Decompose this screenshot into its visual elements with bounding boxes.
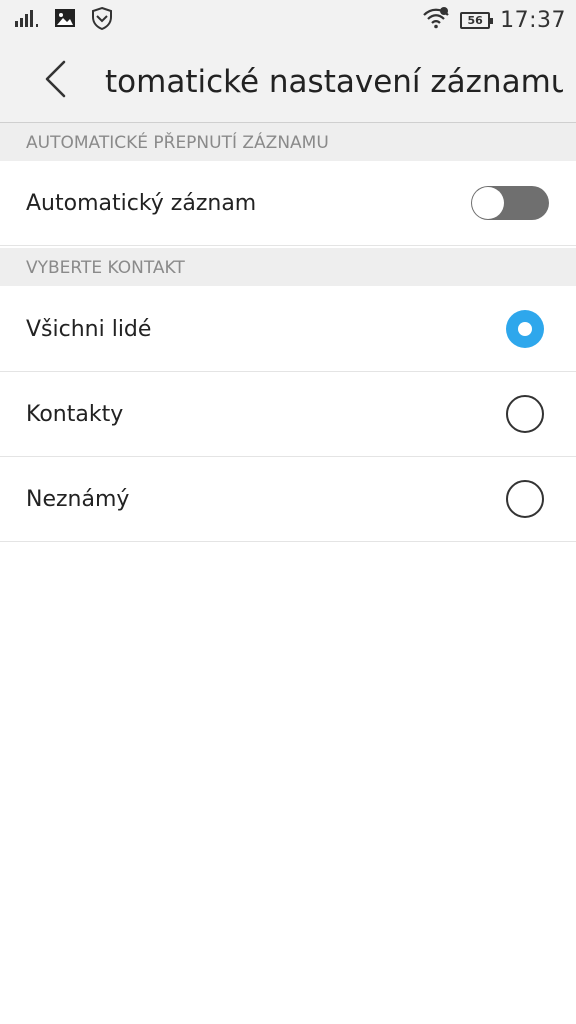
section-header-select-contact: VYBERTE KONTAKT bbox=[0, 248, 576, 286]
page-title: tomatické nastavení záznamu bbox=[105, 64, 563, 100]
radio-unknown[interactable] bbox=[506, 480, 544, 518]
option-unknown-label: Neznámý bbox=[26, 487, 130, 512]
wifi-icon bbox=[422, 7, 450, 33]
section-header-auto-switch: AUTOMATICKÉ PŘEPNUTÍ ZÁZNAMU bbox=[0, 123, 576, 161]
option-all-people[interactable]: Všichni lidé bbox=[0, 287, 576, 372]
option-contacts-label: Kontakty bbox=[26, 402, 124, 427]
auto-record-toggle[interactable] bbox=[471, 186, 549, 220]
app-bar: tomatické nastavení záznamu bbox=[0, 40, 576, 123]
chevron-left-icon bbox=[42, 59, 68, 103]
auto-record-row[interactable]: Automatický záznam bbox=[0, 161, 576, 246]
image-notification-icon bbox=[54, 7, 76, 33]
back-button[interactable] bbox=[30, 56, 80, 106]
status-bar-left bbox=[14, 6, 114, 34]
battery-level: 56 bbox=[467, 13, 483, 27]
status-bar-right: 56 17:37 bbox=[422, 7, 566, 33]
option-unknown[interactable]: Neznámý bbox=[0, 457, 576, 542]
battery-icon: 56 bbox=[460, 11, 494, 29]
status-time: 17:37 bbox=[500, 7, 566, 33]
option-all-people-label: Všichni lidé bbox=[26, 317, 152, 342]
radio-contacts[interactable] bbox=[506, 395, 544, 433]
shield-icon bbox=[90, 6, 114, 34]
option-contacts[interactable]: Kontakty bbox=[0, 372, 576, 457]
toggle-knob bbox=[472, 187, 504, 219]
status-bar: 56 17:37 bbox=[0, 0, 576, 40]
auto-record-label: Automatický záznam bbox=[26, 191, 257, 216]
signal-icon bbox=[14, 8, 40, 32]
radio-all-people[interactable] bbox=[506, 310, 544, 348]
